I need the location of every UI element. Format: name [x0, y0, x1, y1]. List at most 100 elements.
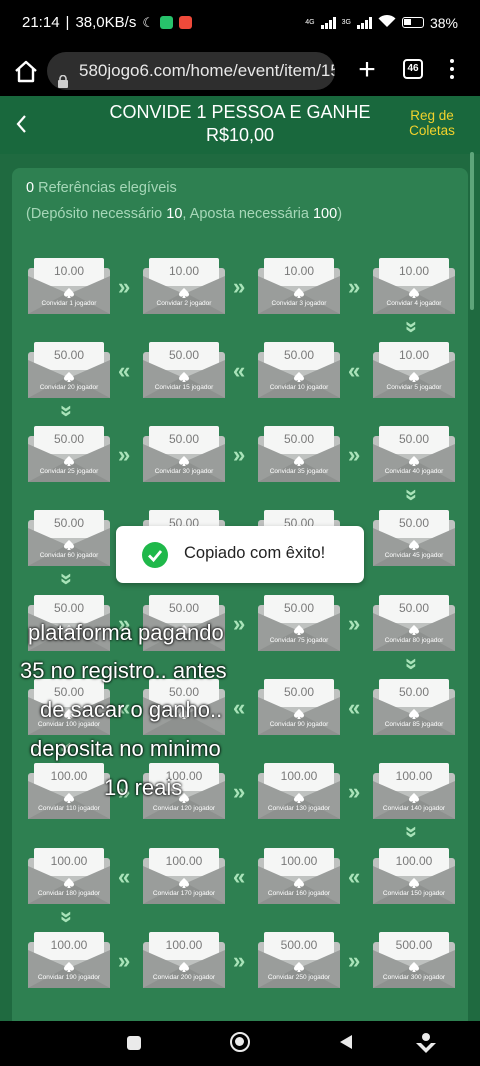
- reward-label: Convidar 300 jogador: [382, 974, 446, 981]
- reward-envelope[interactable]: 50.00 Convidar 25 jogador: [28, 426, 110, 482]
- bet-required: 100: [312, 206, 338, 222]
- url-bar[interactable]: 580jogo6.com/home/event/item/15: [47, 52, 335, 90]
- reward-envelope[interactable]: 100.00 Convidar 190 jogador: [28, 932, 110, 988]
- reward-envelope[interactable]: 100.00 Convidar 200 jogador: [143, 932, 225, 988]
- referrals-line: 0 Referências elegíveis: [26, 180, 177, 196]
- reward-envelope[interactable]: 50.00 Convidar 30 jogador: [143, 426, 225, 482]
- reward-label: Convidar 45 jogador: [384, 552, 444, 559]
- shield-app-icon: [159, 16, 173, 29]
- reward-envelope[interactable]: 100.00 Convidar 150 jogador: [373, 848, 455, 904]
- tabs-button[interactable]: 46: [403, 59, 423, 79]
- assistant-icon[interactable]: [414, 1031, 438, 1055]
- reward-label: Convidar 140 jogador: [382, 805, 446, 812]
- reward-envelope[interactable]: 50.00 Convidar 85 jogador: [373, 679, 455, 735]
- page-subtitle: R$10,00: [205, 125, 275, 145]
- arrow-right-icon: »: [348, 611, 361, 636]
- network-speed: 38,0KB/s: [75, 14, 137, 31]
- scrollbar-thumb[interactable]: [470, 152, 474, 310]
- arrow-left-icon: «: [118, 864, 131, 889]
- reward-envelope[interactable]: 500.00 Convidar 250 jogador: [258, 932, 340, 988]
- arrow-right-icon: »: [233, 611, 246, 636]
- reward-envelope[interactable]: 50.00 Convidar 90 jogador: [258, 679, 340, 735]
- arrow-left-icon: «: [118, 358, 131, 383]
- reward-envelope[interactable]: 100.00 Convidar 180 jogador: [28, 848, 110, 904]
- caption-line-2: 35 no registro.. antes: [20, 658, 227, 683]
- wifi-icon: [378, 14, 396, 31]
- reward-label: Convidar 20 jogador: [39, 384, 99, 391]
- reward-envelope[interactable]: 10.00 Convidar 3 jogador: [258, 258, 340, 314]
- reward-label: Convidar 170 jogador: [152, 890, 216, 897]
- reward-envelope[interactable]: 50.00 Convidar 35 jogador: [258, 426, 340, 482]
- reward-label: Convidar 130 jogador: [267, 805, 331, 812]
- reward-envelope[interactable]: 50.00 Convidar 20 jogador: [28, 342, 110, 398]
- back-triangle-icon[interactable]: [338, 1033, 354, 1051]
- reward-envelope[interactable]: 10.00 Convidar 1 jogador: [28, 258, 110, 314]
- status-time: 21:14: [22, 14, 60, 31]
- new-tab-button[interactable]: +: [352, 54, 382, 88]
- requirements-line: (Depósito necessário 10, Aposta necessár…: [26, 206, 343, 222]
- back-chevron-icon[interactable]: [12, 112, 32, 136]
- arrow-down-icon: »: [55, 404, 81, 418]
- reward-envelope[interactable]: 100.00 Convidar 170 jogador: [143, 848, 225, 904]
- reward-label: Convidar 40 jogador: [384, 468, 444, 475]
- reward-label: Convidar 1 jogador: [41, 300, 97, 307]
- battery-percent: 38%: [429, 14, 458, 31]
- reward-label: Convidar 75 jogador: [269, 637, 329, 644]
- reward-envelope[interactable]: 50.00 Convidar 60 jogador: [28, 510, 110, 566]
- reward-envelope[interactable]: 50.00 Convidar 75 jogador: [258, 595, 340, 651]
- arrow-left-icon: «: [233, 864, 246, 889]
- page-title: CONVIDE 1 PESSOA E GANHE: [109, 102, 371, 122]
- reward-envelope[interactable]: 50.00 Convidar 10 jogador: [258, 342, 340, 398]
- reward-envelope[interactable]: 10.00 Convidar 5 jogador: [373, 342, 455, 398]
- reward-envelope[interactable]: 100.00 Convidar 140 jogador: [373, 763, 455, 819]
- caption-line-4: deposita no minimo: [30, 736, 221, 761]
- net-label-3g: 3G: [341, 19, 351, 26]
- recents-icon[interactable]: [127, 1036, 141, 1050]
- arrow-down-icon: »: [400, 657, 426, 671]
- reward-envelope[interactable]: 50.00 Convidar 80 jogador: [373, 595, 455, 651]
- reward-label: Convidar 10 jogador: [269, 384, 329, 391]
- arrow-right-icon: »: [348, 274, 361, 299]
- net-label-4g: 4G: [305, 19, 315, 26]
- reward-envelope[interactable]: 100.00 Convidar 110 jogador: [28, 763, 110, 819]
- status-right: 4G 3G 38%: [305, 14, 458, 31]
- reward-label: Convidar 60 jogador: [39, 552, 99, 559]
- reward-label: Convidar 2 jogador: [156, 300, 212, 307]
- reward-envelope[interactable]: 50.00 Convidar 45 jogador: [373, 510, 455, 566]
- reward-label: Convidar 15 jogador: [154, 384, 214, 391]
- reward-envelope[interactable]: 500.00 Convidar 300 jogador: [373, 932, 455, 988]
- arrow-right-icon: »: [348, 442, 361, 467]
- reward-envelope[interactable]: 100.00 Convidar 130 jogador: [258, 763, 340, 819]
- reward-envelope[interactable]: 10.00 Convidar 4 jogador: [373, 258, 455, 314]
- arrow-left-icon: «: [348, 358, 361, 383]
- arrow-right-icon: »: [118, 948, 131, 973]
- arrow-right-icon: »: [233, 948, 246, 973]
- signal-icon-2: [356, 16, 372, 29]
- arrow-left-icon: «: [348, 695, 361, 720]
- navigation-bar: [0, 1021, 480, 1066]
- signal-icon: [320, 16, 336, 29]
- reward-label: Convidar 180 jogador: [37, 890, 101, 897]
- home-circle-icon[interactable]: [230, 1032, 250, 1052]
- menu-icon[interactable]: [444, 56, 460, 86]
- reward-envelope[interactable]: 50.00 Convidar 15 jogador: [143, 342, 225, 398]
- arrow-left-icon: «: [348, 864, 361, 889]
- arrow-right-icon: »: [348, 948, 361, 973]
- arrow-right-icon: »: [233, 779, 246, 804]
- arrow-left-icon: «: [233, 358, 246, 383]
- reward-envelope[interactable]: 10.00 Convidar 2 jogador: [143, 258, 225, 314]
- reward-envelope[interactable]: 50.00 Convidar 40 jogador: [373, 426, 455, 482]
- arrow-right-icon: »: [348, 779, 361, 804]
- arrow-down-icon: »: [400, 825, 426, 839]
- reward-envelope[interactable]: 100.00 Convidar 160 jogador: [258, 848, 340, 904]
- arrow-down-icon: »: [400, 320, 426, 334]
- youtube-icon: [178, 16, 192, 29]
- status-left: 21:14 | 38,0KB/s ☾: [22, 14, 192, 31]
- reward-label: Convidar 85 jogador: [384, 721, 444, 728]
- battery-charging-icon: [401, 17, 424, 28]
- reward-label: Convidar 90 jogador: [269, 721, 329, 728]
- home-icon[interactable]: [12, 56, 40, 88]
- status-bar: 21:14 | 38,0KB/s ☾ 4G 3G 38%: [0, 0, 480, 48]
- reg-coletas-link[interactable]: Reg de Coletas: [400, 108, 464, 138]
- check-circle-icon: [142, 542, 168, 568]
